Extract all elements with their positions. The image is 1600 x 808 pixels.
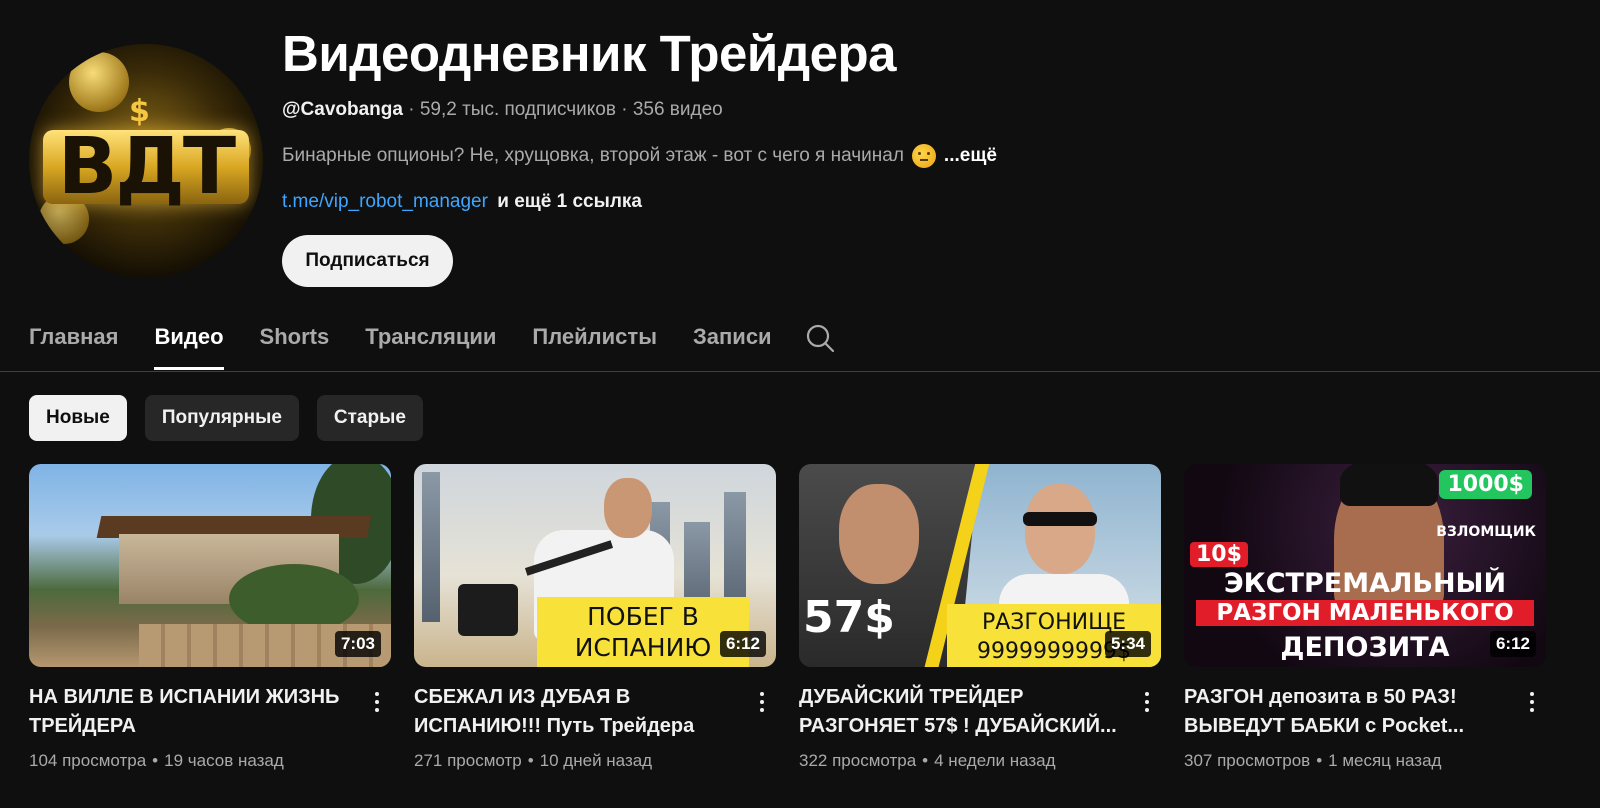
view-count: 307 просмотров [1184,751,1311,770]
upload-age: 19 часов назад [164,751,284,770]
video-title[interactable]: СБЕЖАЛ ИЗ ДУБАЯ В ИСПАНИЮ!!! Путь Трейде… [414,683,736,741]
more-options-icon[interactable] [750,687,774,717]
thumbnail-art [422,472,440,622]
chip-newest[interactable]: Новые [29,395,127,441]
thinking-face-icon [911,144,936,168]
channel-meta: @Cavobanga · 59,2 тыс. подписчиков · 356… [282,99,723,121]
video-card: 57$ РАЗГОНИЩЕ 9999999999$ 5:34 ДУБАЙСКИЙ… [799,464,1161,771]
thumbnail-price: 57$ [803,592,895,643]
thumbnail-caption: ПОБЕГ В ИСПАНИЮ [537,597,749,667]
upload-age: 10 дней назад [539,751,653,770]
thumbnail-art [1340,464,1438,506]
thumbnail-tag: ВЗЛОМЩИК [1436,524,1536,540]
tab-videos[interactable]: Видео [154,318,224,370]
description-more-link[interactable]: ...ещё [944,145,997,167]
thumbnail-art [458,584,518,636]
stats-separator: • [1316,751,1323,770]
video-count: 356 видео [632,99,723,120]
video-duration: 6:12 [719,631,766,657]
thumbnail-art [1025,484,1095,574]
thumbnail-badge-green: 1000$ [1439,470,1532,499]
video-card: 7:03 НА ВИЛЛЕ В ИСПАНИИ ЖИЗНЬ ТРЕЙДЕРА 1… [29,464,391,771]
thumbnail-art [604,478,652,538]
stats-separator: • [922,751,929,770]
external-link[interactable]: t.me/vip_robot_manager [282,191,488,212]
video-title[interactable]: ДУБАЙСКИЙ ТРЕЙДЕР РАЗГОНЯЕТ 57$ ! ДУБАЙС… [799,683,1121,741]
view-count: 104 просмотра [29,751,147,770]
video-stats: 104 просмотра • 19 часов назад [29,751,391,771]
subscribe-button[interactable]: Подписаться [282,235,453,287]
more-links-button[interactable]: и ещё 1 ссылка [497,191,642,212]
video-thumbnail[interactable]: ПОБЕГ В ИСПАНИЮ 6:12 [414,464,776,667]
tabs-divider [0,371,1600,372]
video-stats: 271 просмотр • 10 дней назад [414,751,776,771]
meta-separator: · [621,99,628,120]
tab-live[interactable]: Трансляции [365,318,496,370]
stats-separator: • [527,751,534,770]
video-title[interactable]: НА ВИЛЛЕ В ИСПАНИИ ЖИЗНЬ ТРЕЙДЕРА [29,683,351,741]
tab-posts[interactable]: Записи [693,318,772,370]
more-options-icon[interactable] [1520,687,1544,717]
more-options-icon[interactable] [1135,687,1159,717]
thumbnail-art [839,484,919,584]
channel-title: Видеодневник Трейдера [282,25,896,82]
video-grid: 7:03 НА ВИЛЛЕ В ИСПАНИИ ЖИЗНЬ ТРЕЙДЕРА 1… [29,464,1546,771]
channel-links: t.me/vip_robot_manager и ещё 1 ссылка [282,191,642,213]
video-card: ПОБЕГ В ИСПАНИЮ 6:12 СБЕЖАЛ ИЗ ДУБАЯ В И… [414,464,776,771]
video-stats: 307 просмотров • 1 месяц назад [1184,751,1546,771]
channel-description[interactable]: Бинарные опционы? Не, хрущовка, второй э… [282,144,997,168]
chip-popular[interactable]: Популярные [144,395,299,441]
channel-avatar: $ ВДТ [29,44,263,278]
thumbnail-art [1023,512,1097,526]
video-thumbnail[interactable]: 1000$ 10$ ВЗЛОМЩИК ЭКСТРЕМАЛЬНЫЙ РАЗГОН … [1184,464,1546,667]
coin-decoration [69,52,129,112]
video-thumbnail[interactable]: 7:03 [29,464,391,667]
video-title[interactable]: РАЗГОН депозита в 50 РАЗ! ВЫВЕДУТ БАБКИ … [1184,683,1506,741]
description-text: Бинарные опционы? Не, хрущовка, второй э… [282,145,904,166]
video-duration: 6:12 [1489,631,1536,657]
avatar-logo-text: ВДТ [43,122,249,212]
thumbnail-caption: ЭКСТРЕМАЛЬНЫЙ [1223,568,1507,599]
video-thumbnail[interactable]: 57$ РАЗГОНИЩЕ 9999999999$ 5:34 [799,464,1161,667]
video-stats: 322 просмотра • 4 недели назад [799,751,1161,771]
search-icon[interactable] [805,323,835,353]
thumbnail-badge-red: 10$ [1190,542,1248,567]
view-count: 271 просмотр [414,751,522,770]
tab-shorts[interactable]: Shorts [260,318,330,370]
channel-handle: @Cavobanga [282,99,403,120]
upload-age: 4 недели назад [934,751,1056,770]
view-count: 322 просмотра [799,751,917,770]
sort-chips: Новые Популярные Старые [29,395,423,441]
video-duration: 7:03 [334,631,381,657]
subscriber-count: 59,2 тыс. подписчиков [419,99,616,120]
upload-age: 1 месяц назад [1328,751,1442,770]
chip-oldest[interactable]: Старые [316,395,423,441]
stats-separator: • [152,751,159,770]
thumbnail-caption: РАЗГОН МАЛЕНЬКОГО [1196,600,1534,626]
more-options-icon[interactable] [365,687,389,717]
video-card: 1000$ 10$ ВЗЛОМЩИК ЭКСТРЕМАЛЬНЫЙ РАЗГОН … [1184,464,1546,771]
tab-home[interactable]: Главная [29,318,118,370]
channel-tabs: Главная Видео Shorts Трансляции Плейлист… [29,318,808,372]
meta-separator: · [408,99,415,120]
tab-playlists[interactable]: Плейлисты [532,318,657,370]
video-duration: 5:34 [1104,631,1151,657]
